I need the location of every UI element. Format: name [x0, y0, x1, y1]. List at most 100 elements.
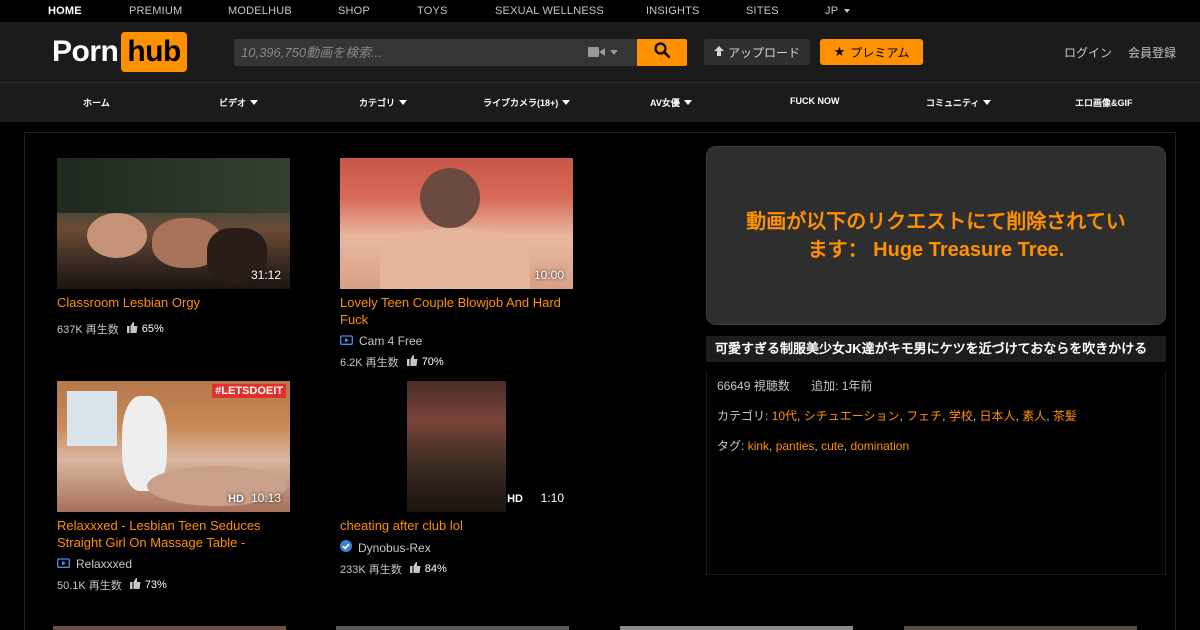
category-link[interactable]: 茶髪 — [1053, 409, 1077, 423]
topbar-home-link[interactable]: HOME — [48, 5, 82, 17]
video-rating: 70% — [421, 356, 444, 368]
video-info-added: 追加: 1年前 — [811, 379, 873, 393]
chevron-down-icon — [983, 100, 992, 105]
video-info-categories: カテゴリ: 10代, シチュエーション, フェチ, 学校, 日本人, 素人, 茶… — [717, 409, 1077, 423]
video-thumbnail[interactable]: 31:12 — [57, 158, 290, 289]
thumbnail-badge: #LETSDOEIT — [212, 384, 286, 398]
nav-item-videos[interactable]: ビデオ — [219, 96, 259, 109]
video-info-tags: タグ: kink, panties, cute, domination — [717, 439, 910, 453]
category-link[interactable]: 学校 — [949, 409, 973, 423]
video-views: 6.2K 再生数 — [340, 357, 399, 369]
category-link[interactable]: シチュエーション — [804, 409, 900, 423]
video-info-views: 66649 視聴数 — [717, 379, 790, 393]
channel-name: Dynobus-Rex — [358, 540, 431, 555]
language-selector[interactable]: JP — [825, 5, 851, 17]
channel-icon — [340, 334, 353, 348]
video-thumbnail[interactable] — [620, 626, 853, 630]
hd-badge: HD — [228, 493, 244, 505]
video-duration: 10:13 — [250, 491, 281, 505]
video-camera-icon[interactable] — [588, 45, 618, 62]
video-card[interactable]: 31:12 Classroom Lesbian Orgy 637K 再生数 65… — [57, 158, 290, 337]
video-duration: 10:00 — [533, 268, 564, 282]
verified-icon — [340, 540, 352, 555]
topbar-modelhub-link[interactable]: MODELHUB — [228, 5, 292, 17]
top-bar: HOME PREMIUM MODELHUB SHOP TOYS SEXUAL W… — [0, 0, 1200, 22]
video-stats: 6.2K 再生数 70% — [340, 354, 573, 370]
video-title[interactable]: Lovely Teen Couple Blowjob And Hard Fuck — [340, 294, 573, 328]
video-removed-notice: 動画が以下のリクエストにて削除されています： Huge Treasure Tre… — [706, 146, 1166, 325]
nav-item-photos-gifs[interactable]: エロ画像&GIF — [1075, 96, 1133, 109]
nav-item-home[interactable]: ホーム — [83, 96, 110, 109]
video-thumbnail[interactable] — [904, 626, 1137, 630]
thumbnail-portrait — [407, 381, 506, 512]
upload-label: アップロード — [727, 45, 800, 60]
video-thumbnail[interactable]: HD 1:10 — [340, 381, 573, 512]
tag-link[interactable]: kink — [748, 439, 769, 453]
video-title[interactable]: Relaxxxed - Lesbian Teen Seduces Straigh… — [57, 517, 290, 551]
chevron-down-icon — [399, 100, 408, 105]
nav-item-label: ライブカメラ(18+) — [483, 98, 559, 108]
video-thumbnail[interactable] — [336, 626, 569, 630]
removed-message: 動画が以下のリクエストにて削除されています： Huge Treasure Tre… — [746, 210, 1126, 261]
video-channel[interactable]: Relaxxxed — [57, 557, 290, 571]
site-logo[interactable]: Porn hub — [52, 32, 187, 72]
tag-link[interactable]: panties — [776, 439, 815, 453]
nav-item-fuck-now[interactable]: FUCK NOW — [790, 96, 840, 106]
search-icon — [654, 42, 671, 63]
video-thumbnail[interactable] — [53, 626, 286, 630]
topbar-sites-link[interactable]: SITES — [746, 5, 779, 17]
video-card[interactable]: #LETSDOEIT HD 10:13 Relaxxxed - Lesbian … — [57, 381, 290, 593]
logo-text-hub: hub — [121, 32, 187, 72]
hd-badge: HD — [507, 493, 523, 505]
search-input[interactable] — [234, 39, 574, 66]
thumbs-up-icon — [406, 355, 418, 369]
nav-item-categories[interactable]: カテゴリ — [359, 96, 408, 109]
tag-link[interactable]: cute — [821, 439, 844, 453]
search-button[interactable] — [637, 39, 687, 66]
login-link[interactable]: ログイン — [1064, 44, 1112, 61]
nav-item-label: AV女優 — [650, 98, 680, 108]
main-nav: ホーム ビデオ カテゴリ ライブカメラ(18+) AV女優 FUCK NOW コ… — [0, 82, 1200, 122]
nav-item-label: エロ画像&GIF — [1075, 98, 1133, 108]
video-card[interactable]: HD 1:10 cheating after club lol Dynobus-… — [340, 381, 573, 577]
topbar-premium-link[interactable]: PREMIUM — [129, 5, 182, 17]
logo-text-porn: Porn — [52, 35, 119, 68]
video-card[interactable]: 10:00 Lovely Teen Couple Blowjob And Har… — [340, 158, 573, 370]
category-link[interactable]: 日本人 — [980, 409, 1016, 423]
upload-button[interactable]: アップロード — [704, 39, 810, 65]
video-rating: 73% — [144, 579, 167, 591]
topbar-insights-link[interactable]: INSIGHTS — [646, 5, 700, 17]
nav-item-community[interactable]: コミュニティ — [926, 96, 992, 109]
tags-label: タグ: — [717, 439, 745, 453]
video-thumbnail[interactable]: 10:00 — [340, 158, 573, 289]
video-duration: 1:10 — [540, 491, 564, 505]
video-thumbnail[interactable]: #LETSDOEIT HD 10:13 — [57, 381, 290, 512]
thumbs-up-icon — [126, 322, 138, 336]
video-views: 637K 再生数 — [57, 324, 119, 336]
video-info-stats: 66649 視聴数 追加: 1年前 — [717, 377, 1155, 394]
tag-link[interactable]: domination — [850, 439, 909, 453]
premium-label: プレミアム — [850, 45, 910, 60]
video-channel[interactable]: Dynobus-Rex — [340, 540, 573, 555]
channel-icon — [57, 557, 70, 571]
video-duration: 31:12 — [250, 268, 281, 282]
signup-link[interactable]: 会員登録 — [1128, 44, 1176, 61]
category-link[interactable]: 素人 — [1022, 409, 1046, 423]
topbar-shop-link[interactable]: SHOP — [338, 5, 370, 17]
category-link[interactable]: 10代 — [772, 409, 797, 423]
nav-item-label: FUCK NOW — [790, 96, 840, 106]
nav-item-pornstars[interactable]: AV女優 — [650, 96, 692, 109]
category-link[interactable]: フェチ — [906, 409, 942, 423]
topbar-sexual-wellness-link[interactable]: SEXUAL WELLNESS — [495, 5, 604, 17]
categories-label: カテゴリ: — [717, 409, 769, 423]
video-title[interactable]: Classroom Lesbian Orgy — [57, 294, 290, 311]
video-views: 233K 再生数 — [340, 564, 402, 576]
premium-button[interactable]: ★ プレミアム — [820, 39, 923, 65]
nav-item-live-cams[interactable]: ライブカメラ(18+) — [483, 96, 571, 109]
video-title[interactable]: cheating after club lol — [340, 517, 573, 534]
video-stats: 233K 再生数 84% — [340, 561, 573, 577]
topbar-toys-link[interactable]: TOYS — [417, 5, 448, 17]
video-channel[interactable]: Cam 4 Free — [340, 334, 573, 348]
video-views: 50.1K 再生数 — [57, 580, 122, 592]
chevron-down-icon — [562, 100, 571, 105]
